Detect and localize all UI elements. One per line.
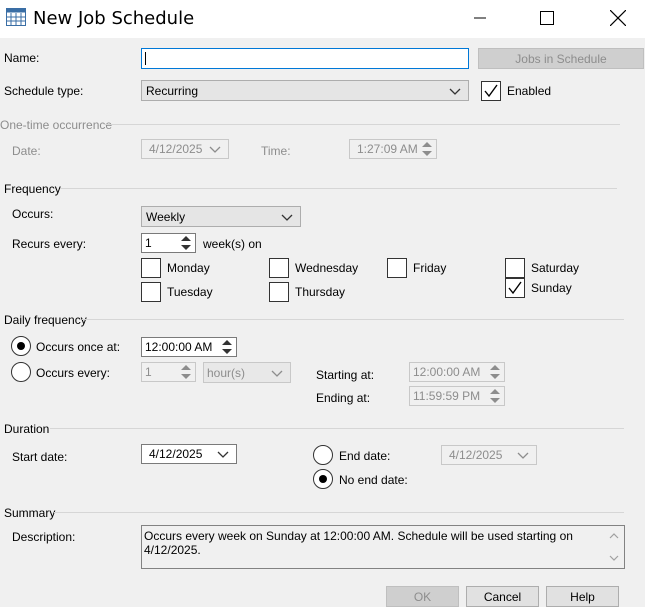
occurs-every-label: Occurs every: [36,366,111,380]
help-button[interactable]: Help [546,586,619,607]
occurs-once-radio[interactable] [11,336,31,356]
spinner-arrows[interactable] [486,363,504,381]
spinner-arrows[interactable] [486,387,504,405]
one-time-date-picker[interactable]: 4/12/2025 [141,139,229,159]
spinner-arrows[interactable] [177,363,195,381]
end-date-picker[interactable]: 4/12/2025 [441,445,537,465]
no-end-date-label: No end date: [339,473,408,487]
occurs-once-time-spinner[interactable]: 12:00:00 AM [141,337,237,357]
minimize-icon [474,17,486,19]
enabled-checkbox[interactable] [481,81,501,101]
occurs-dropdown[interactable]: Weekly [141,206,301,227]
sunday-checkbox[interactable] [505,278,525,298]
duration-group-label: Duration [4,422,50,436]
radio-dot [17,342,25,350]
saturday-label: Saturday [531,261,580,275]
maximize-button[interactable] [524,0,570,36]
up-down-arrows-icon [422,142,432,156]
starting-at-spinner[interactable]: 12:00:00 AM [409,362,505,382]
time-label: Time: [261,144,291,158]
text-cursor [145,52,146,65]
summary-group-label: Summary [4,506,56,520]
tuesday-checkbox[interactable] [141,282,161,302]
schedule-type-value: Recurring [146,83,199,98]
name-input[interactable] [141,48,469,69]
spinner-arrows[interactable] [218,338,236,356]
starting-at-label: Starting at: [316,368,375,382]
end-date-radio[interactable] [313,445,333,465]
recurs-unit-label: week(s) on [203,237,262,251]
sunday-label: Sunday [531,281,572,295]
ending-at-label: Ending at: [316,391,371,405]
start-date-picker[interactable]: 4/12/2025 [141,444,237,464]
friday-checkbox[interactable] [387,258,407,278]
up-down-arrows-icon [181,365,191,379]
checkmark-icon [508,281,522,295]
chevron-down-icon [449,88,461,95]
calendar-grid-icon [6,8,26,26]
thursday-checkbox[interactable] [269,282,289,302]
chevron-down-icon [517,452,529,459]
chevron-down-icon [209,146,221,153]
close-button[interactable] [595,0,641,36]
wednesday-checkbox[interactable] [269,258,289,278]
description-text: Occurs every week on Sunday at 12:00:00 … [144,529,573,557]
divider [54,512,624,513]
jobs-in-schedule-button[interactable]: Jobs in Schedule [478,48,644,69]
up-down-arrows-icon [490,365,500,379]
start-date-label: Start date: [12,450,68,464]
friday-label: Friday [413,261,447,275]
occurs-every-unit-dropdown[interactable]: hour(s) [203,362,291,383]
description-textbox[interactable]: Occurs every week on Sunday at 12:00:00 … [141,525,625,569]
frequency-group-label: Frequency [4,182,61,196]
divider [104,124,620,125]
wednesday-label: Wednesday [295,261,359,275]
chevron-down-icon [281,214,293,221]
thursday-label: Thursday [295,285,346,299]
up-down-arrows-icon [222,340,232,354]
scroll-arrows-icon [609,533,619,561]
ok-button[interactable]: OK [386,586,459,607]
one-time-group-label: One-time occurrence [0,118,113,132]
description-scrollbar[interactable] [606,528,622,566]
spinner-arrows[interactable] [177,234,195,252]
occurs-label: Occurs: [12,207,54,221]
end-date-label: End date: [339,449,391,463]
description-label: Description: [12,530,76,544]
window-title: New Job Schedule [33,8,195,29]
up-down-arrows-icon [490,389,500,403]
recurs-every-spinner[interactable]: 1 [141,233,196,253]
ending-at-spinner[interactable]: 11:59:59 PM [409,386,505,406]
recurs-every-label: Recurs every: [12,237,87,251]
monday-label: Monday [167,261,210,275]
radio-dot [319,475,327,483]
chevron-down-icon [271,370,283,377]
maximize-icon [540,11,554,25]
minimize-button[interactable] [457,0,503,36]
divider [60,188,617,189]
checkmark-icon [484,84,498,98]
divider [82,319,624,320]
occurs-once-label: Occurs once at: [36,340,121,354]
spinner-arrows[interactable] [418,140,436,158]
enabled-label: Enabled [507,84,552,98]
close-icon [610,10,626,26]
monday-checkbox[interactable] [141,258,161,278]
saturday-checkbox[interactable] [505,258,525,278]
name-label: Name: [4,51,40,65]
divider [50,428,624,429]
cancel-button[interactable]: Cancel [466,586,539,607]
daily-frequency-group-label: Daily frequency [4,313,87,327]
one-time-time-spinner[interactable]: 1:27:09 AM [349,139,437,159]
up-down-arrows-icon [181,236,191,250]
no-end-date-radio[interactable] [313,469,333,489]
tuesday-label: Tuesday [167,285,213,299]
occurs-every-spinner[interactable]: 1 [141,362,196,382]
schedule-type-dropdown[interactable]: Recurring [141,80,469,101]
chevron-down-icon [217,451,229,458]
date-label: Date: [12,144,41,158]
occurs-every-radio[interactable] [11,362,31,382]
schedule-type-label: Schedule type: [4,84,84,98]
